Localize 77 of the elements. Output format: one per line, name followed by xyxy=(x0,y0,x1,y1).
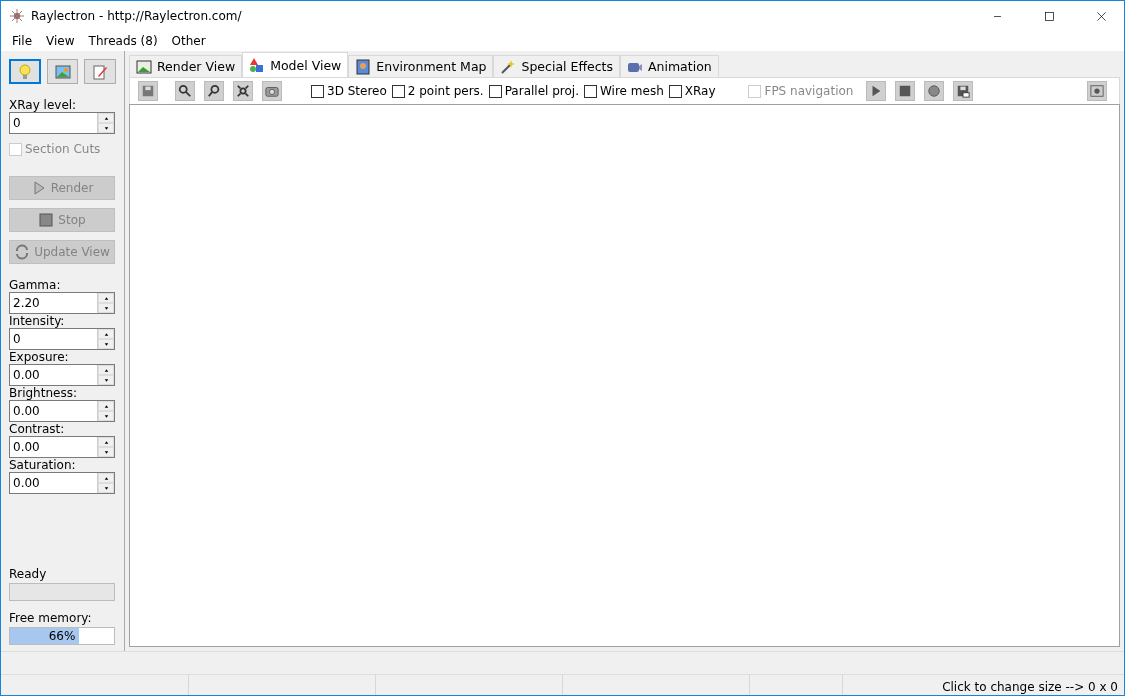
spin-field[interactable]: 2.20 xyxy=(9,292,115,314)
menu-item[interactable]: Other xyxy=(164,34,213,48)
spin-field[interactable]: 0.00 xyxy=(9,400,115,422)
option-checkbox[interactable]: 3D Stereo xyxy=(311,84,387,98)
down-arrow-icon xyxy=(102,124,110,132)
status-label: Ready xyxy=(9,567,48,581)
field-label: Brightness: xyxy=(9,386,78,400)
record-icon xyxy=(927,84,942,98)
save-button[interactable] xyxy=(953,81,974,101)
window-title: Raylectron - http://Raylectron.com/ xyxy=(31,9,243,23)
up-arrow-icon xyxy=(102,294,110,302)
up-arrow-icon xyxy=(102,402,110,410)
tab[interactable]: Model View xyxy=(242,52,349,77)
memory-reading: 66% xyxy=(47,629,77,643)
field-label: Free memory: xyxy=(9,611,93,625)
spin-field[interactable]: 0 xyxy=(9,112,115,134)
down-arrow-icon xyxy=(102,484,110,492)
tab[interactable]: Special Effects xyxy=(493,55,620,77)
lightbulb-icon xyxy=(16,63,33,80)
play-button[interactable] xyxy=(866,81,887,101)
option-checkbox[interactable]: Parallel proj. xyxy=(488,84,579,98)
image-icon xyxy=(136,58,152,75)
edit-icon xyxy=(92,63,109,80)
camera-button[interactable] xyxy=(262,81,282,101)
zoom-button[interactable] xyxy=(204,81,224,101)
spin-field[interactable]: 0.00 xyxy=(9,472,115,494)
menu-item[interactable]: View xyxy=(39,34,82,48)
status-text[interactable]: Click to change size --> 0 x 0 xyxy=(843,675,1124,695)
camera-icon xyxy=(265,84,279,98)
down-arrow-icon xyxy=(102,340,110,348)
record-button[interactable] xyxy=(924,81,945,101)
mode-button[interactable] xyxy=(84,59,116,84)
option-checkbox[interactable]: 2 point pers. xyxy=(391,84,484,98)
tab[interactable]: Animation xyxy=(620,55,719,77)
screen-icon xyxy=(1090,84,1104,98)
field-label: Gamma: xyxy=(9,278,62,292)
up-arrow-icon xyxy=(102,114,110,122)
down-arrow-icon xyxy=(102,412,110,420)
save-icon xyxy=(141,84,155,98)
shapes-icon xyxy=(249,57,266,73)
up-arrow-icon xyxy=(102,366,110,374)
spin-field[interactable]: 0.00 xyxy=(9,364,115,386)
field-label: Saturation: xyxy=(9,458,77,472)
up-arrow-icon xyxy=(102,474,110,482)
stop-icon xyxy=(898,84,913,98)
tab[interactable]: Render View xyxy=(129,55,243,77)
spin-field[interactable]: 0 xyxy=(9,328,115,350)
stop-icon xyxy=(38,212,55,228)
up-arrow-icon xyxy=(102,438,110,446)
field-label: Exposure: xyxy=(9,350,70,364)
refresh-icon xyxy=(14,244,31,260)
down-arrow-icon xyxy=(102,448,110,456)
maximize-icon xyxy=(1043,10,1055,22)
screenshot-button[interactable] xyxy=(1087,81,1107,101)
field-label: Contrast: xyxy=(9,422,66,436)
image-icon xyxy=(54,63,71,80)
option-checkbox[interactable]: Wire mesh xyxy=(584,84,664,98)
menu-item[interactable]: Threads (8) xyxy=(81,34,165,48)
magic-wand-icon xyxy=(500,58,517,75)
portrait-icon xyxy=(355,58,372,75)
option-checkbox[interactable]: XRay xyxy=(668,84,716,98)
fit-button[interactable] xyxy=(233,81,253,101)
stop-button[interactable] xyxy=(895,81,916,101)
down-arrow-icon xyxy=(102,376,110,384)
field-label: Intensity: xyxy=(9,314,66,328)
close-icon xyxy=(1095,10,1107,22)
down-arrow-icon xyxy=(102,304,110,312)
mode-button[interactable] xyxy=(46,59,79,84)
app-logo-icon xyxy=(9,8,25,24)
up-arrow-icon xyxy=(102,330,110,338)
zoom-button[interactable] xyxy=(175,81,195,101)
menu-item[interactable]: File xyxy=(5,34,40,48)
spin-field[interactable]: 0.00 xyxy=(9,436,115,458)
save-icon xyxy=(956,84,971,98)
mode-button[interactable] xyxy=(9,59,41,84)
field-label: XRay level: xyxy=(9,98,78,112)
tab[interactable]: Environment Map xyxy=(348,55,494,77)
